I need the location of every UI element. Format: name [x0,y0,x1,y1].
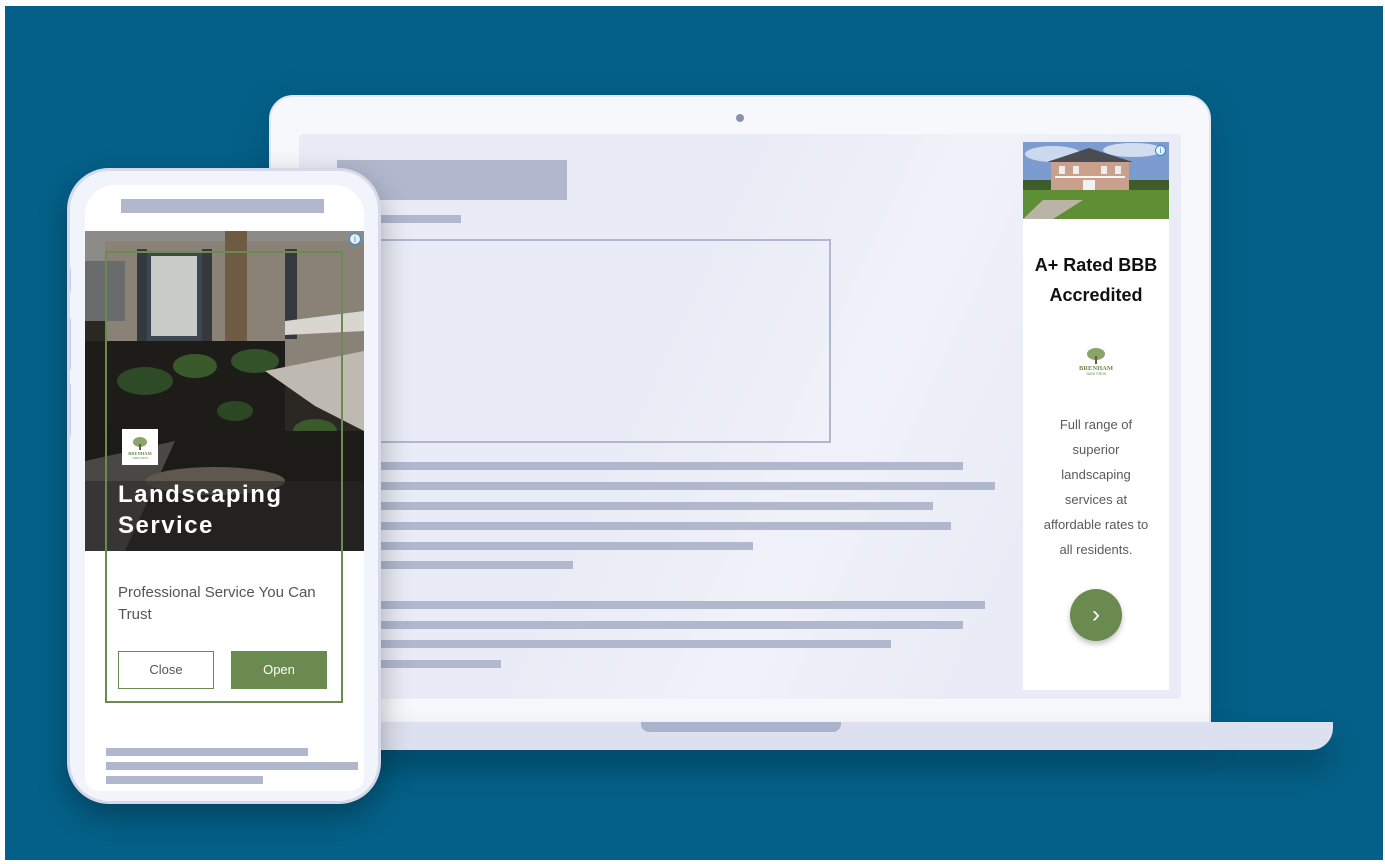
close-button[interactable]: Close [118,651,214,689]
ad-headline: A+ Rated BBB Accredited [1034,255,1158,305]
placeholder-text-line [379,601,985,609]
placeholder-text-line [379,482,995,490]
ad-headline: Landscaping Service [118,481,283,539]
phone-screen: i BRENHAM YARD PROS Landscaping Service … [85,185,364,791]
laptop-mockup: i A+ Rated BBB Accredited BRENHAM YARD P… [269,95,1211,731]
promo-stage: i A+ Rated BBB Accredited BRENHAM YARD P… [5,6,1383,860]
laptop-screen: i A+ Rated BBB Accredited BRENHAM YARD P… [299,134,1181,699]
placeholder-text-line [106,762,358,770]
svg-text:YARD PROS: YARD PROS [1086,372,1107,376]
chevron-right-icon[interactable]: › [1070,589,1122,641]
open-button[interactable]: Open [231,651,327,689]
brand-logo: BRENHAM YARD PROS [1071,347,1121,377]
mobile-interstitial-ad[interactable]: i BRENHAM YARD PROS Landscaping Service … [85,231,364,741]
info-icon[interactable]: i [349,233,361,245]
tree-logo-icon: BRENHAM YARD PROS [1072,348,1120,377]
placeholder-text-line [379,522,951,530]
svg-text:BRENHAM: BRENHAM [1079,365,1113,372]
info-icon[interactable]: i [1155,145,1166,156]
landscaping-photo: i BRENHAM YARD PROS Landscaping Service [85,231,364,551]
ad-description: Full range of superior landscaping servi… [1043,417,1149,557]
placeholder-text-line [379,561,573,569]
phone-side-button [70,383,71,437]
tree-logo-icon: BRENHAM YARD PROS [128,437,153,460]
brand-logo: BRENHAM YARD PROS [122,429,158,465]
desktop-display-ad[interactable]: i A+ Rated BBB Accredited BRENHAM YARD P… [1023,142,1169,690]
house-photo: i [1023,142,1169,219]
phone-side-button [70,267,71,293]
svg-text:YARD PROS: YARD PROS [132,456,148,460]
placeholder-media-box [379,239,831,443]
placeholder-text-line [379,502,933,510]
laptop-camera [736,114,744,122]
placeholder-text-line [379,542,753,550]
placeholder-text-line [106,776,263,784]
house-illustration [1023,142,1169,219]
phone-mockup: i BRENHAM YARD PROS Landscaping Service … [67,168,381,804]
placeholder-text-line [379,640,891,648]
phone-side-button [70,317,71,371]
laptop-notch [641,722,841,732]
placeholder-text-line [379,660,501,668]
placeholder-text-line [379,621,963,629]
ad-description: Professional Service You Can Trust [118,584,316,623]
placeholder-text-line [379,462,963,470]
placeholder-header [121,199,324,213]
laptop-base [223,722,1333,750]
placeholder-text-line [106,748,308,756]
